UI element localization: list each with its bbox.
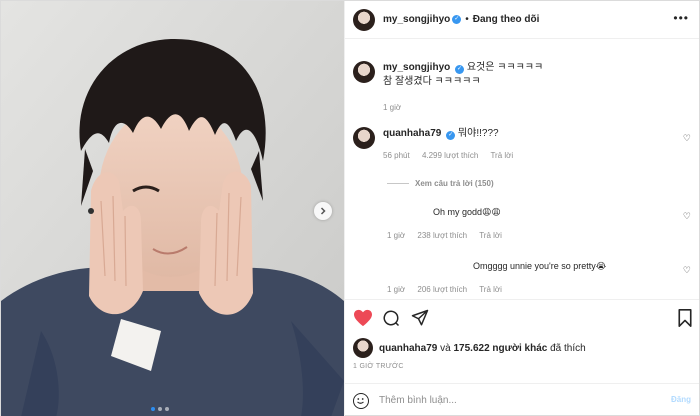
carousel-dot <box>158 407 162 411</box>
author-avatar[interactable] <box>353 8 375 31</box>
post-timestamp[interactable]: 1 GIỜ TRƯỚC <box>353 363 404 370</box>
header-separator: • <box>465 14 469 25</box>
carousel-dot <box>151 407 155 411</box>
comment-time[interactable]: 56 phút <box>383 151 410 160</box>
liked-by-and: và <box>440 342 451 354</box>
post-caption: my_songjihyo ✓ 요것은 ㅋㅋㅋㅋㅋ 참 잘생겼다 ㅋㅋㅋㅋㅋ 1 … <box>353 61 573 115</box>
post-comment-button[interactable]: Đăng <box>671 395 691 404</box>
view-replies-label[interactable]: Xem câu trả lời (150) <box>415 179 494 188</box>
liked-by-user[interactable]: quanhaha79 <box>379 343 437 354</box>
photo-image <box>1 1 344 416</box>
reply-likes[interactable]: 206 lượt thích <box>417 285 467 294</box>
view-replies-button[interactable]: Xem câu trả lời (150) <box>387 179 494 188</box>
replies-divider <box>387 183 409 184</box>
comment-text: 뭐야!!??? <box>457 128 499 139</box>
caption-username[interactable]: my_songjihyo <box>383 62 450 73</box>
reply-button[interactable]: Trả lời <box>479 231 502 240</box>
comments-list[interactable]: my_songjihyo ✓ 요것은 ㅋㅋㅋㅋㅋ 참 잘생겼다 ㅋㅋㅋㅋㅋ 1 … <box>345 49 699 301</box>
caption-avatar[interactable] <box>353 61 375 83</box>
author-username[interactable]: my_songjihyo <box>383 14 450 25</box>
emoji-smiley-icon[interactable] <box>353 392 369 409</box>
reply-like-heart-icon[interactable]: ♡ <box>683 265 691 276</box>
verified-badge-icon: ✓ <box>455 65 465 74</box>
commenter-username[interactable]: quanhaha79 <box>383 128 441 139</box>
verified-badge-icon: ✓ <box>452 15 462 24</box>
liked-by-summary: quanhaha79 và 175.622 người khác đã thíc… <box>353 338 586 358</box>
liker-avatar[interactable] <box>353 338 373 358</box>
reply-time[interactable]: 1 giờ <box>387 231 405 240</box>
comment-bubble-icon[interactable] <box>382 309 400 327</box>
carousel-dot <box>165 407 169 411</box>
heart-filled-icon[interactable] <box>353 309 373 327</box>
following-button[interactable]: Đang theo dõi <box>473 14 540 25</box>
commenter-avatar[interactable] <box>353 127 375 149</box>
verified-badge-icon: ✓ <box>446 131 456 140</box>
reply-like-heart-icon[interactable]: ♡ <box>683 211 691 222</box>
post-actions <box>345 299 699 335</box>
caption-text-line2: 참 잘생겼다 ㅋㅋㅋㅋㅋ <box>383 76 481 87</box>
reply-likes[interactable]: 238 lượt thích <box>417 231 467 240</box>
comment-input[interactable] <box>379 395 629 406</box>
caption-text-line1: 요것은 ㅋㅋㅋㅋㅋ <box>466 62 544 73</box>
post-header: my_songjihyo ✓ • Đang theo dõi ••• <box>345 1 699 39</box>
bookmark-icon[interactable] <box>678 309 692 327</box>
post-side-panel: my_songjihyo ✓ • Đang theo dõi ••• my_so… <box>344 1 699 416</box>
instagram-post: my_songjihyo ✓ • Đang theo dõi ••• my_so… <box>0 0 700 416</box>
comment-like-heart-icon[interactable]: ♡ <box>683 133 691 144</box>
reply-button[interactable]: Trả lời <box>479 285 502 294</box>
comment-item: quanhaha79 ✓ 뭐야!!??? 56 phút 4.299 lượt … <box>345 127 699 160</box>
comment-likes[interactable]: 4.299 lượt thích <box>422 151 478 160</box>
chevron-right-icon <box>320 207 326 215</box>
reply-button[interactable]: Trả lời <box>490 151 513 160</box>
reply-text: Omgggg unnie you're so pretty😭 <box>473 261 607 271</box>
more-options-icon[interactable]: ••• <box>673 11 689 25</box>
liked-by-count[interactable]: 175.622 người khác <box>453 343 547 354</box>
share-send-icon[interactable] <box>411 309 429 327</box>
liked-by-suffix: đã thích <box>550 342 586 354</box>
next-photo-button[interactable] <box>314 202 332 220</box>
reply-time[interactable]: 1 giờ <box>387 285 405 294</box>
post-photo[interactable] <box>1 1 344 416</box>
add-comment-bar: Đăng <box>345 383 699 416</box>
caption-time[interactable]: 1 giờ <box>383 103 401 112</box>
reply-text: Oh my godd😩😩 <box>433 207 501 217</box>
carousel-dots <box>151 407 169 411</box>
